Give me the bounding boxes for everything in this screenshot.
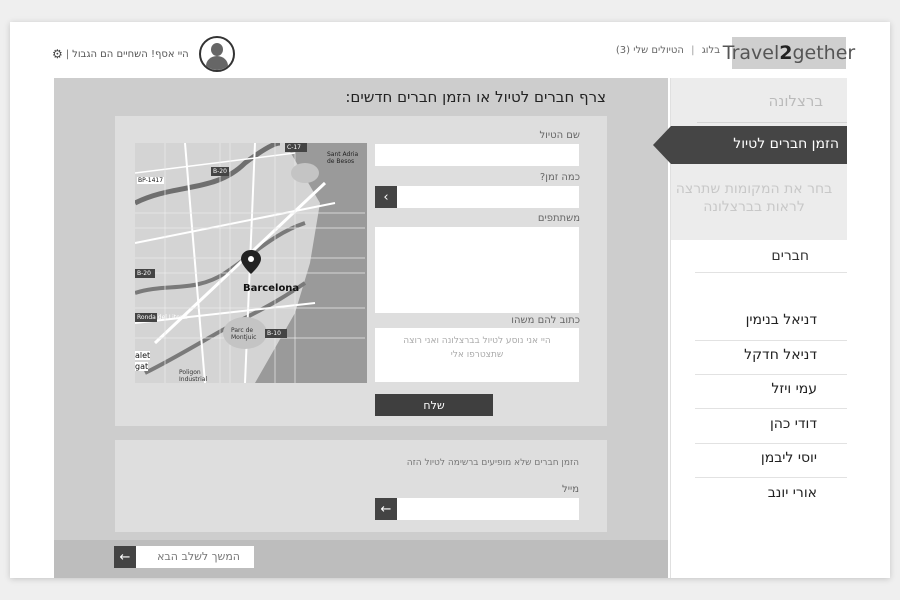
message-label: כתוב להם משהו [511,315,580,326]
duration-input[interactable]: ‹ [375,186,579,208]
next-step-button[interactable]: המשך לשלב הבא ← [114,546,254,568]
send-button[interactable]: שלח [375,394,493,416]
divider [695,408,847,409]
invite-panel: הזמן חברים שלא מופיעים ברשימה לטיול הזה … [115,440,607,532]
friend-item[interactable]: עמי ויזל [771,381,817,397]
map-road-label: B-20 [213,168,227,175]
friends-title: חברים [771,248,809,264]
trip-name-label: שם הטיול [539,130,580,141]
chevron-left-icon[interactable]: ‹ [375,186,397,208]
top-bar: Travel 2 gether בלוג | הטיולים שלי (3) ⚙ |… [10,22,890,84]
divider [695,443,847,444]
map-road-label: BP-1417 [137,177,165,184]
nav-blog-link[interactable]: בלוג [702,45,720,56]
map-road-label: B-10 [267,330,281,337]
email-input[interactable]: ← [375,498,579,520]
gear-icon[interactable]: ⚙ [52,47,63,61]
sidebar: ברצלונה הזמן חברים לטיול בחר את המקומות … [653,78,847,578]
divider [697,122,847,123]
arrow-left-icon[interactable]: ← [114,546,136,568]
avatar-head [210,43,223,56]
trip-name-input[interactable] [375,144,579,166]
user-avatar-icon[interactable] [198,36,235,72]
divider [695,340,847,341]
sidebar-item-label: הזמן חברים לטיול [733,136,839,152]
message-placeholder: היי אני נוסע לטיול בברצלונה ואני רוצה שת… [403,336,551,360]
main-content: צרף חברים לטיול או הזמן חברים חדשים: Bar… [54,78,668,578]
map-road-label: Ronda del Litoral [137,314,188,321]
divider [695,374,847,375]
sidebar-item-invite-friends[interactable]: הזמן חברים לטיול [653,126,847,164]
message-textarea[interactable]: היי אני נוסע לטיול בברצלונה ואני רוצה שת… [375,328,579,382]
map-place-label: Poligon Industrial [179,369,208,383]
sidebar-city[interactable]: ברצלונה [769,92,823,110]
participants-field[interactable] [375,227,579,313]
next-step-label: המשך לשלב הבא [157,550,240,563]
map-edge-label: gat [135,362,149,371]
friend-item[interactable]: דניאל בנימין [746,312,817,328]
nav-separator: | [691,45,695,56]
invite-description: הזמן חברים שלא מופיעים ברשימה לטיול הזה [406,458,579,468]
arrow-left-icon[interactable]: ← [375,498,397,520]
duration-label: כמה זמן? [539,172,580,183]
logo[interactable]: Travel 2 gether [723,37,855,69]
map-graphic [135,143,367,383]
avatar-body [205,56,228,70]
email-label: מייל [562,484,579,495]
app-window: Travel 2 gether בלוג | הטיולים שלי (3) ⚙ |… [10,22,890,578]
map-road-label: C-17 [287,144,301,151]
user-greeting: היי אסף! השחיים הם הגבול [72,48,189,60]
nav-my-trips-link[interactable]: הטיולים שלי (3) [616,45,684,56]
friend-item[interactable]: דניאל חדקל [744,347,817,363]
create-trip-panel: Barcelona BP-1417 B-20 C-17 Sant Adria d… [115,116,607,426]
map-road-label: B-20 [137,270,151,277]
greeting-separator: | [65,48,70,60]
divider [695,272,847,273]
footer-bar: המשך לשלב הבא ← [54,540,668,578]
sidebar-item-choose-places[interactable]: בחר את המקומות שתרצה לראות בברצלונה [669,180,839,216]
active-pointer [653,126,671,164]
sidebar-steps: ברצלונה הזמן חברים לטיול בחר את המקומות … [653,78,847,240]
map-place-label: Parc de Montjuic [231,327,257,341]
participants-label: משתתפים [537,213,580,224]
map-edge-label: alet [135,351,151,360]
divider [695,477,847,478]
friend-item[interactable]: אורי יונב [768,485,817,501]
map-barcelona[interactable]: Barcelona BP-1417 B-20 C-17 Sant Adria d… [135,143,367,383]
map-place-label: Sant Adria de Besos [327,151,359,165]
map-city-label: Barcelona [243,283,300,294]
top-nav: בלוג | הטיולים שלי (3) [616,45,720,56]
friend-item[interactable]: דודי כהן [770,416,817,432]
page-title: צרף חברים לטיול או הזמן חברים חדשים: [345,88,606,106]
friend-item[interactable]: יוסי ליבמן [761,450,817,466]
user-area: ⚙ | היי אסף! השחיים הם הגבול [52,36,235,72]
